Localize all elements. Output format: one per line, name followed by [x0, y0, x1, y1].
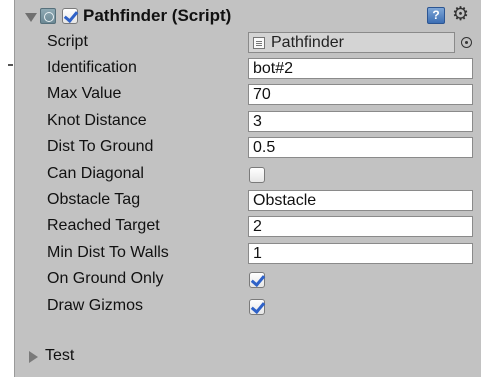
identification-field[interactable]: bot#2	[248, 58, 473, 79]
property-label: Min Dist To Walls	[47, 244, 169, 261]
property-label: Reached Target	[47, 217, 160, 234]
bottom-window-edge	[0, 377, 481, 382]
obstacle-tag-field[interactable]: Obstacle	[248, 190, 473, 211]
property-row-max-value: Max Value 70	[15, 82, 481, 108]
property-row-draw-gizmos: Draw Gizmos	[15, 294, 481, 320]
property-row-can-diagonal: Can Diagonal	[15, 162, 481, 188]
property-row-identification: Identification bot#2	[15, 56, 481, 82]
foldout-arrow-icon[interactable]	[25, 13, 37, 22]
test-foldout[interactable]: Test	[15, 343, 481, 369]
test-foldout-label[interactable]: Test	[45, 347, 74, 365]
property-label: Max Value	[47, 85, 122, 102]
script-file-icon	[253, 37, 265, 49]
property-row-script: Script Pathfinder	[15, 30, 481, 56]
component-enabled-checkbox[interactable]	[62, 8, 78, 24]
help-icon[interactable]: ?	[427, 7, 445, 24]
property-label: Script	[47, 33, 88, 50]
max-value-field[interactable]: 70	[248, 84, 473, 105]
property-label: Dist To Ground	[47, 138, 154, 155]
script-component-icon	[40, 8, 56, 24]
dist-to-ground-field[interactable]: 0.5	[248, 137, 473, 158]
property-row-obstacle-tag: Obstacle Tag Obstacle	[15, 188, 481, 214]
property-label: Knot Distance	[47, 112, 147, 129]
gear-icon[interactable]: ⚙	[452, 4, 476, 26]
property-row-on-ground-only: On Ground Only	[15, 267, 481, 293]
object-picker-icon[interactable]	[461, 37, 472, 48]
component-title: Pathfinder (Script)	[83, 6, 232, 25]
property-row-reached-target: Reached Target 2	[15, 214, 481, 240]
property-row-dist-to-ground: Dist To Ground 0.5	[15, 135, 481, 161]
min-dist-to-walls-field[interactable]: 1	[248, 243, 473, 264]
property-label: On Ground Only	[47, 270, 164, 287]
script-object-value: Pathfinder	[271, 34, 344, 51]
on-ground-only-checkbox[interactable]	[249, 272, 265, 288]
reached-target-field[interactable]: 2	[248, 216, 473, 237]
property-label: Obstacle Tag	[47, 191, 141, 208]
component-header[interactable]: Pathfinder (Script) ? ⚙	[15, 0, 481, 30]
property-label: Can Diagonal	[47, 165, 144, 182]
draw-gizmos-checkbox[interactable]	[249, 299, 265, 315]
property-row-knot-distance: Knot Distance 3	[15, 109, 481, 135]
edge-tick	[8, 64, 13, 66]
left-window-edge	[0, 0, 14, 382]
script-object-field[interactable]: Pathfinder	[248, 32, 455, 53]
knot-distance-field[interactable]: 3	[248, 111, 473, 132]
property-label: Identification	[47, 59, 137, 76]
property-row-min-dist-to-walls: Min Dist To Walls 1	[15, 241, 481, 267]
foldout-collapsed-arrow-icon[interactable]	[29, 351, 38, 363]
property-label: Draw Gizmos	[47, 297, 144, 314]
inspector-component-panel: Pathfinder (Script) ? ⚙ Script Pathfinde…	[14, 0, 481, 377]
can-diagonal-checkbox[interactable]	[249, 167, 265, 183]
